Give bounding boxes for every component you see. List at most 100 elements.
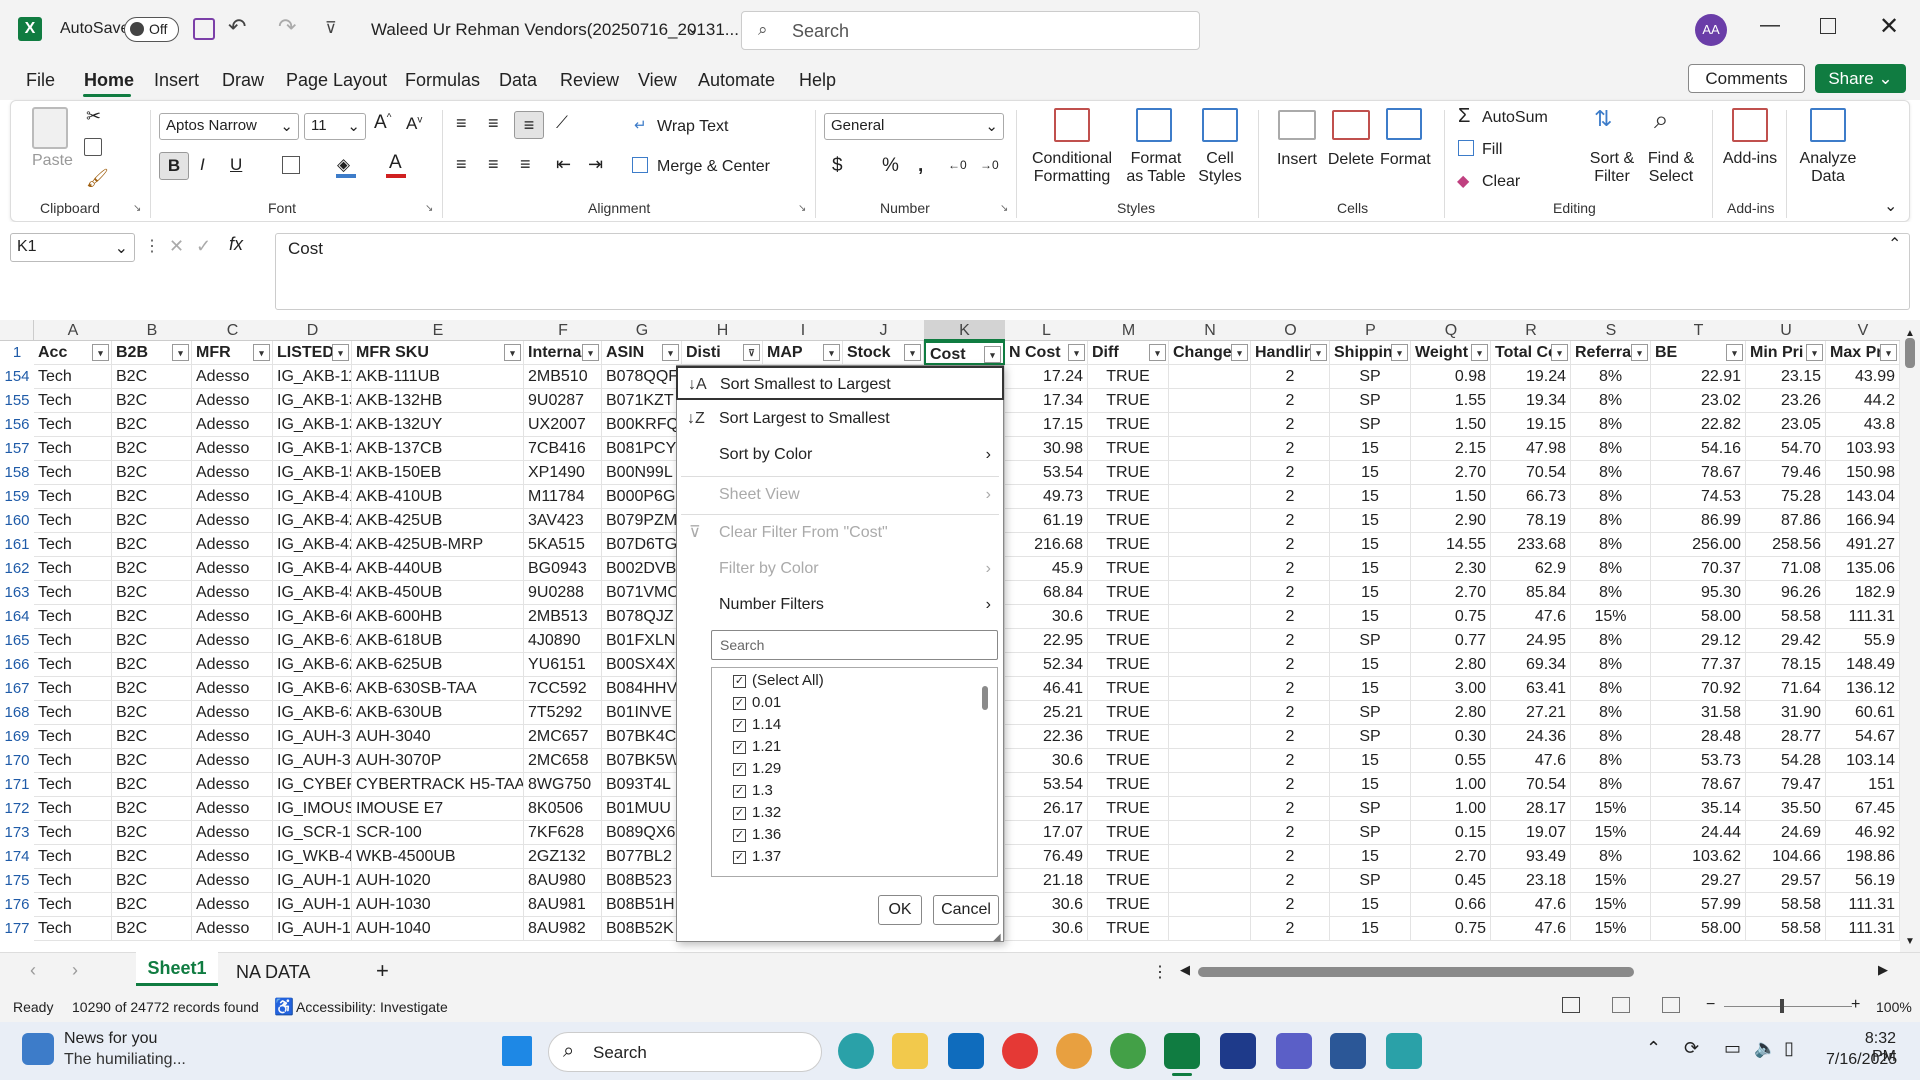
table-cell[interactable]: 111.31 — [1826, 893, 1900, 917]
table-cell[interactable]: 104.66 — [1746, 845, 1826, 869]
filter-dropdown-icon[interactable]: ▾ — [1149, 344, 1166, 361]
table-cell[interactable]: 103.14 — [1826, 749, 1900, 773]
column-header-u[interactable]: U — [1746, 320, 1826, 341]
table-cell[interactable]: B089QX6 — [602, 821, 682, 845]
table-cell[interactable]: 29.27 — [1651, 869, 1746, 893]
table-cell[interactable]: 1.50 — [1411, 485, 1491, 509]
row-header[interactable]: 157 — [0, 437, 34, 461]
table-cell[interactable]: 256.00 — [1651, 533, 1746, 557]
table-cell[interactable]: 71.64 — [1746, 677, 1826, 701]
fill-button[interactable]: Fill — [1482, 141, 1502, 159]
table-cell[interactable]: 47.6 — [1491, 749, 1571, 773]
filter-value-item[interactable]: ✓ 1.32 — [733, 802, 781, 824]
table-cell[interactable]: 54.16 — [1651, 437, 1746, 461]
header-cell[interactable]: Referra ▾ — [1571, 341, 1651, 365]
table-cell[interactable]: 2 — [1251, 557, 1330, 581]
filter-dropdown-icon[interactable]: ▾ — [1310, 344, 1327, 361]
horizontal-scroll-thumb[interactable] — [1198, 967, 1634, 977]
table-cell[interactable]: 8% — [1571, 629, 1651, 653]
table-cell[interactable]: 70.37 — [1651, 557, 1746, 581]
filter-value-item[interactable]: ✓ 1.14 — [733, 714, 781, 736]
row-header[interactable]: 170 — [0, 749, 34, 773]
table-cell[interactable]: Tech — [34, 677, 112, 701]
table-cell[interactable]: 8AU982 — [524, 917, 602, 941]
news-title[interactable]: News for you — [64, 1030, 157, 1048]
table-cell[interactable]: 2 — [1251, 677, 1330, 701]
table-cell[interactable]: 2 — [1251, 389, 1330, 413]
table-cell[interactable]: B2C — [112, 701, 192, 725]
table-cell[interactable]: 55.9 — [1826, 629, 1900, 653]
dialog-launcher-icon[interactable]: ↘ — [798, 203, 806, 214]
table-cell[interactable]: 58.00 — [1651, 605, 1746, 629]
table-cell[interactable]: 2.15 — [1411, 437, 1491, 461]
dialog-launcher-icon[interactable]: ↘ — [425, 203, 433, 214]
table-cell[interactable]: 15 — [1330, 773, 1411, 797]
increase-font-icon[interactable]: A^ — [374, 112, 391, 134]
row-header[interactable]: 164 — [0, 605, 34, 629]
filter-dropdown-icon[interactable]: ▾ — [332, 344, 349, 361]
cell-styles-button[interactable]: Cell Styles — [1196, 150, 1244, 186]
table-cell[interactable]: 67.45 — [1826, 797, 1900, 821]
table-cell[interactable]: B2C — [112, 821, 192, 845]
table-cell[interactable]: 31.90 — [1746, 701, 1826, 725]
table-cell[interactable]: BG0943 — [524, 557, 602, 581]
table-cell[interactable]: 22.91 — [1651, 365, 1746, 389]
table-cell[interactable]: TRUE — [1088, 413, 1169, 437]
filter-dropdown-icon[interactable]: ▾ — [1471, 344, 1488, 361]
header-cell[interactable]: Cost ▾ — [924, 341, 1005, 365]
table-cell[interactable]: Adesso — [192, 581, 273, 605]
table-cell[interactable]: 1.00 — [1411, 797, 1491, 821]
filter-value-item[interactable]: ✓ 1.36 — [733, 824, 781, 846]
table-cell[interactable]: IG_WKB-4! — [273, 845, 352, 869]
table-cell[interactable] — [1169, 581, 1251, 605]
table-cell[interactable]: Tech — [34, 725, 112, 749]
row-header[interactable]: 165 — [0, 629, 34, 653]
table-cell[interactable]: IG_AKB-15 — [273, 461, 352, 485]
table-cell[interactable]: 23.15 — [1746, 365, 1826, 389]
table-cell[interactable]: 58.58 — [1746, 917, 1826, 941]
table-cell[interactable]: 148.49 — [1826, 653, 1900, 677]
table-cell[interactable]: Adesso — [192, 653, 273, 677]
ribbon-collapse-icon[interactable]: ⌄ — [1884, 196, 1897, 216]
table-cell[interactable]: SP — [1330, 365, 1411, 389]
row-header[interactable]: 173 — [0, 821, 34, 845]
table-cell[interactable]: 15% — [1571, 605, 1651, 629]
page-layout-view-icon[interactable] — [1612, 997, 1630, 1013]
table-cell[interactable]: Adesso — [192, 893, 273, 917]
table-cell[interactable]: 2 — [1251, 653, 1330, 677]
zoom-out-icon[interactable]: − — [1706, 996, 1715, 1014]
table-cell[interactable]: 30.6 — [1005, 605, 1088, 629]
table-cell[interactable]: AKB-425UB — [352, 509, 524, 533]
find-select-button[interactable]: Find & Select — [1640, 150, 1702, 186]
taskbar-search[interactable]: ⌕ Search — [548, 1032, 822, 1072]
autosave-toggle[interactable]: Off — [124, 17, 179, 42]
align-right-icon[interactable]: ≡ — [520, 154, 531, 175]
table-cell[interactable]: 49.73 — [1005, 485, 1088, 509]
checkbox-checked-icon[interactable]: ✓ — [733, 740, 746, 754]
filter-dropdown-icon[interactable]: ▾ — [1551, 344, 1568, 361]
table-cell[interactable]: 0.55 — [1411, 749, 1491, 773]
table-cell[interactable]: B08B52K — [602, 917, 682, 941]
table-cell[interactable]: 8% — [1571, 557, 1651, 581]
zoom-slider-thumb[interactable] — [1780, 999, 1784, 1013]
table-cell[interactable]: 2 — [1251, 845, 1330, 869]
table-cell[interactable]: B2C — [112, 893, 192, 917]
tab-help[interactable]: Help — [799, 70, 836, 91]
checkbox-checked-icon[interactable]: ✓ — [733, 762, 746, 776]
table-cell[interactable]: Adesso — [192, 485, 273, 509]
table-cell[interactable]: Tech — [34, 461, 112, 485]
table-cell[interactable]: TRUE — [1088, 725, 1169, 749]
table-cell[interactable] — [1169, 701, 1251, 725]
table-cell[interactable]: B078QJZ — [602, 605, 682, 629]
header-cell[interactable]: Handlin ▾ — [1251, 341, 1330, 365]
table-cell[interactable]: B08B51H — [602, 893, 682, 917]
table-cell[interactable]: 15 — [1330, 653, 1411, 677]
table-cell[interactable]: 60.61 — [1826, 701, 1900, 725]
conditional-formatting-button[interactable]: Conditional Formatting — [1022, 150, 1122, 186]
checkbox-checked-icon[interactable]: ✓ — [733, 696, 746, 710]
table-cell[interactable]: 71.08 — [1746, 557, 1826, 581]
table-cell[interactable]: B2C — [112, 509, 192, 533]
bold-button[interactable]: B — [159, 152, 189, 180]
sort-ascending-item[interactable]: ↓A Sort Smallest to Largest — [676, 366, 1004, 400]
column-header-r[interactable]: R — [1491, 320, 1571, 341]
